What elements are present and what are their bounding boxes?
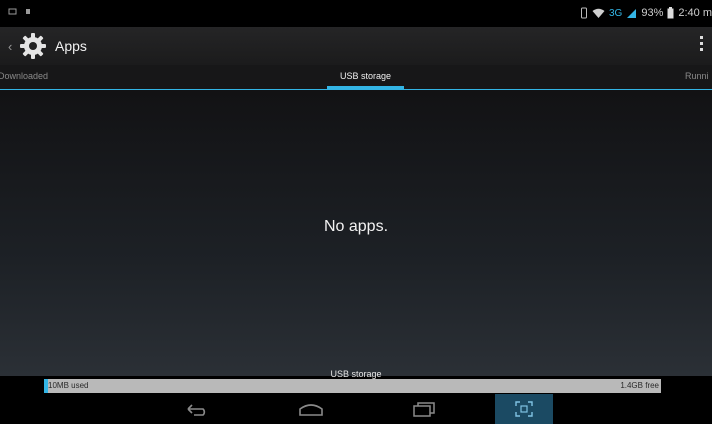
screenshot-icon (515, 401, 533, 417)
up-caret-icon[interactable]: ‹ (8, 39, 12, 54)
wifi-icon (592, 8, 605, 18)
navigation-bar (0, 394, 712, 424)
recents-button[interactable] (394, 394, 454, 424)
battery-icon (667, 7, 674, 19)
storage-label: USB storage (330, 369, 382, 379)
tab-downloaded[interactable]: Downloaded (0, 71, 48, 81)
tab-bar: Downloaded USB storage Runni (0, 65, 712, 90)
tab-usb-storage[interactable]: USB storage (340, 71, 391, 81)
status-icons: 3G 93% 2:40 m (580, 5, 712, 21)
clock: 2:40 m (678, 7, 712, 19)
settings-gear-icon[interactable] (18, 31, 48, 61)
notification-icon (8, 8, 17, 15)
home-button[interactable] (281, 394, 341, 424)
storage-free-text: 1.4GB free (620, 381, 659, 390)
back-button[interactable] (167, 394, 227, 424)
back-icon (187, 404, 206, 416)
battery-percent: 93% (641, 7, 664, 19)
page-title: Apps (55, 38, 87, 54)
vibrate-icon (580, 7, 587, 19)
screenshot-button[interactable] (495, 394, 553, 424)
recents-icon (413, 402, 435, 417)
home-icon (299, 404, 323, 416)
signal-icon (627, 8, 637, 18)
tab-running[interactable]: Runni (685, 71, 709, 81)
status-bar: 3G 93% 2:40 m (0, 0, 712, 27)
action-bar: ‹ Apps (0, 27, 712, 65)
overflow-menu-icon[interactable] (698, 36, 704, 56)
notification-icon (26, 9, 30, 14)
empty-message: No apps. (323, 218, 389, 235)
storage-usage-bar: 10MB used 1.4GB free (44, 379, 661, 393)
network-type: 3G (608, 7, 623, 19)
notification-area (8, 7, 31, 16)
storage-used-text: 10MB used (48, 381, 89, 390)
app-list[interactable]: No apps. USB storage (0, 90, 712, 379)
tab-indicator (327, 86, 404, 89)
